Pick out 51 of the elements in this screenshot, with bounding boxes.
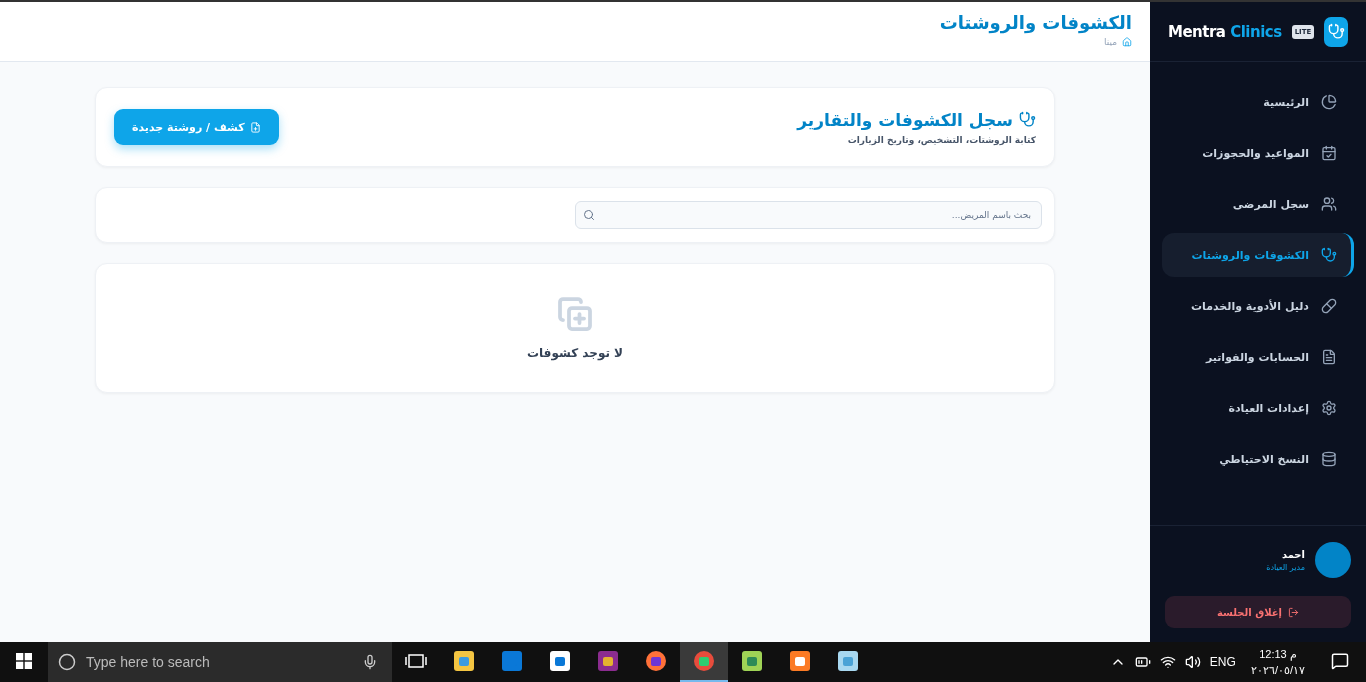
nav-icon bbox=[1321, 94, 1337, 110]
section-title: سجل الكشوفات والتقارير bbox=[797, 109, 1013, 130]
app-icon bbox=[837, 650, 859, 672]
avatar bbox=[1315, 542, 1351, 578]
language-indicator[interactable]: ENG bbox=[1209, 655, 1236, 669]
sidebar-item[interactable]: إعدادات العيادة bbox=[1162, 386, 1354, 430]
stethoscope-icon bbox=[1019, 111, 1036, 128]
nav-icon bbox=[1321, 298, 1337, 314]
battery-icon[interactable] bbox=[1134, 654, 1151, 670]
empty-message: لا توجد كشوفات bbox=[527, 346, 624, 360]
user-role: مدير العيادة bbox=[1266, 562, 1305, 572]
wifi-icon[interactable] bbox=[1159, 654, 1176, 670]
task-view-icon bbox=[405, 653, 427, 669]
app-icon bbox=[549, 650, 571, 672]
nav-icon bbox=[1321, 451, 1337, 467]
app-icon bbox=[645, 650, 667, 672]
app-icon bbox=[693, 650, 715, 672]
notification-icon bbox=[1331, 652, 1349, 670]
sidebar-item[interactable]: الرئيسية bbox=[1162, 80, 1354, 124]
copy-plus-icon bbox=[557, 296, 593, 332]
nav-icon bbox=[1321, 247, 1337, 263]
sidebar-item[interactable]: الحسابات والفواتير bbox=[1162, 335, 1354, 379]
app-icon bbox=[501, 650, 523, 672]
microphone-icon[interactable] bbox=[362, 654, 378, 670]
windows-icon bbox=[16, 653, 32, 669]
app-icon bbox=[789, 650, 811, 672]
nav-icon bbox=[1321, 400, 1337, 416]
app-icon bbox=[597, 650, 619, 672]
volume-icon[interactable] bbox=[1184, 654, 1201, 670]
logout-button[interactable]: إغلاق الجلسة bbox=[1165, 596, 1351, 628]
cortana-circle-icon bbox=[58, 653, 76, 671]
nav-icon bbox=[1321, 349, 1337, 365]
stethoscope-logo-icon bbox=[1324, 16, 1348, 47]
user-name: احمد bbox=[1280, 548, 1305, 560]
sidebar-item[interactable]: المواعيد والحجوزات bbox=[1162, 131, 1354, 175]
sidebar-item[interactable]: دليل الأدوية والخدمات bbox=[1162, 284, 1354, 328]
search-field[interactable]: بحث باسم المريض... bbox=[575, 201, 1042, 229]
sidebar-item[interactable]: سجل المرضى bbox=[1162, 182, 1354, 226]
nav-icon bbox=[1321, 196, 1337, 212]
sidebar-item[interactable]: النسخ الاحتياطي bbox=[1162, 437, 1354, 481]
app-icon bbox=[453, 650, 475, 672]
taskbar-search-field[interactable]: Type here to search bbox=[48, 642, 392, 682]
home-icon bbox=[1122, 37, 1132, 47]
brand-name: Mentra Clinics bbox=[1168, 22, 1282, 41]
clock[interactable]: م 12:13 ٢٠٢٦/٠٥/١٧ bbox=[1244, 646, 1311, 678]
logout-icon bbox=[1288, 606, 1299, 618]
section-subtitle: كتابة الروشتات، التشخيص، وتاريخ الزيارات bbox=[846, 134, 1036, 145]
page-title: الكشوفات والروشتات bbox=[938, 12, 1132, 33]
nav-icon bbox=[1321, 145, 1337, 161]
app-icon bbox=[741, 650, 763, 672]
sidebar-item[interactable]: الكشوفات والروشتات bbox=[1162, 233, 1354, 277]
